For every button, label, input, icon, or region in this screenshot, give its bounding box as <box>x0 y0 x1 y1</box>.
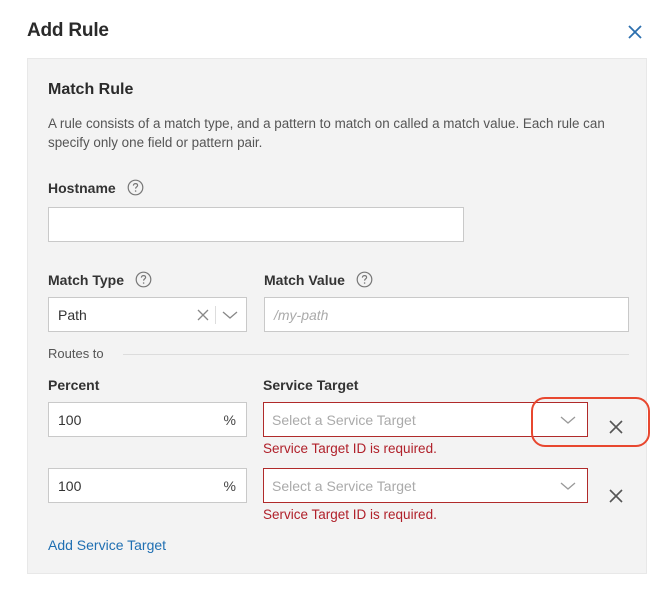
service-target-placeholder: Select a Service Target <box>272 477 416 494</box>
routes-divider <box>123 354 629 355</box>
service-target-header: Service Target <box>263 377 359 393</box>
help-icon[interactable] <box>356 271 373 288</box>
match-type-label-group: Match Type <box>48 271 152 290</box>
percent-input[interactable]: 100 % <box>48 468 247 503</box>
match-value-label: Match Value <box>264 272 345 288</box>
match-type-value: Path <box>58 306 87 323</box>
dialog-title: Add Rule <box>27 20 109 41</box>
close-icon[interactable] <box>625 22 645 42</box>
percent-value: 100 <box>58 477 82 494</box>
routes-to-label: Routes to <box>48 346 104 361</box>
remove-row-icon[interactable] <box>607 487 625 505</box>
rule-description: A rule consists of a match type, and a p… <box>48 116 605 150</box>
percent-input[interactable]: 100 % <box>48 402 247 437</box>
help-icon[interactable] <box>135 271 152 288</box>
clear-icon[interactable] <box>196 308 210 322</box>
hostname-input[interactable] <box>48 207 464 242</box>
percent-value: 100 <box>58 411 82 428</box>
chevron-down-icon[interactable] <box>559 480 577 492</box>
match-value-placeholder: /my-path <box>274 306 329 323</box>
service-target-placeholder: Select a Service Target <box>272 411 416 428</box>
remove-row-icon[interactable] <box>607 418 625 436</box>
match-type-label: Match Type <box>48 272 124 288</box>
percent-header: Percent <box>48 377 100 393</box>
add-service-target-link[interactable]: Add Service Target <box>48 537 166 553</box>
match-type-select[interactable]: Path <box>48 297 247 332</box>
help-icon[interactable] <box>127 179 144 196</box>
select-divider <box>215 306 216 324</box>
service-target-select[interactable]: Select a Service Target <box>263 402 588 437</box>
service-target-error: Service Target ID is required. <box>263 507 437 522</box>
chevron-down-icon[interactable] <box>559 414 577 426</box>
service-target-error: Service Target ID is required. <box>263 441 437 456</box>
chevron-down-icon[interactable] <box>221 309 239 321</box>
service-target-select[interactable]: Select a Service Target <box>263 468 588 503</box>
match-rule-panel: Match Rule A rule consists of a match ty… <box>27 58 647 574</box>
section-title: Match Rule <box>48 81 134 98</box>
match-value-label-group: Match Value <box>264 271 373 290</box>
hostname-label: Hostname <box>48 180 116 196</box>
hostname-label-group: Hostname <box>48 179 144 198</box>
percent-suffix: % <box>223 412 236 428</box>
percent-suffix: % <box>223 478 236 494</box>
match-value-input[interactable]: /my-path <box>264 297 629 332</box>
